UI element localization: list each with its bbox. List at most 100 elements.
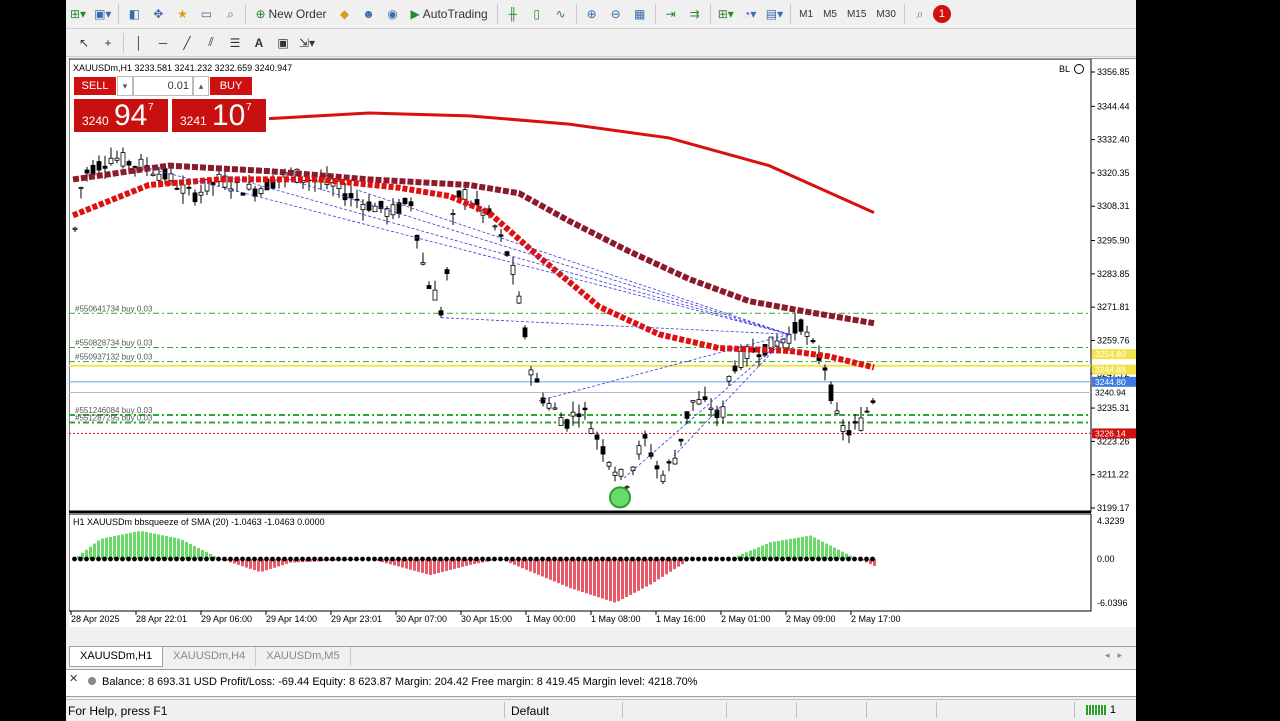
periods-icon[interactable]: ◔▾ bbox=[739, 3, 761, 25]
order-label-1: #550641734 buy 0.03 bbox=[75, 304, 153, 313]
trendline-icon[interactable]: ╱ bbox=[176, 32, 198, 54]
notification-badge[interactable]: 1 bbox=[933, 5, 951, 23]
lot-size-input[interactable]: 0.01 bbox=[133, 76, 193, 96]
order-label-3: #550937132 buy 0.03 bbox=[75, 353, 153, 362]
squeeze-dot bbox=[90, 557, 95, 562]
candle-body bbox=[403, 198, 407, 203]
histogram-bar bbox=[661, 559, 664, 577]
candle-body bbox=[793, 322, 797, 333]
search-icon[interactable]: ⌕ bbox=[909, 3, 931, 25]
squeeze-dot bbox=[228, 557, 233, 562]
tile-windows-icon[interactable]: ▦ bbox=[629, 3, 651, 25]
tab-scroll-arrows[interactable]: ◂▸ bbox=[1105, 650, 1130, 661]
notification-count: 1 bbox=[939, 8, 945, 20]
histogram-bar bbox=[609, 559, 612, 601]
terminal-icon[interactable]: ▭ bbox=[195, 3, 217, 25]
close-terminal-icon[interactable]: ✕ bbox=[69, 672, 78, 685]
buy-price-big: 10 bbox=[212, 100, 245, 132]
buy-price-quote[interactable]: 3241 10 7 bbox=[171, 98, 267, 133]
sell-button[interactable]: SELL bbox=[73, 76, 117, 96]
data-window-icon[interactable]: ✥ bbox=[147, 3, 169, 25]
price-chart[interactable]: XAUUSDm,H1 3233.581 3241.232 3232.659 32… bbox=[69, 59, 1136, 627]
squeeze-dot bbox=[630, 557, 635, 562]
bar-chart-icon[interactable]: ╫ bbox=[502, 3, 524, 25]
status-divider bbox=[866, 702, 867, 718]
user-icon[interactable]: ☻ bbox=[358, 3, 380, 25]
timeframe-m15[interactable]: M15 bbox=[842, 9, 871, 20]
bl-label: BL bbox=[1059, 64, 1070, 74]
text-label-icon[interactable]: ▣ bbox=[272, 32, 294, 54]
timeframe-m5[interactable]: M5 bbox=[818, 9, 842, 20]
squeeze-dot bbox=[180, 557, 185, 562]
line-chart-icon[interactable]: ∿ bbox=[550, 3, 572, 25]
new-chart-icon[interactable]: ⊞▾ bbox=[67, 3, 89, 25]
timeframe-m30[interactable]: M30 bbox=[871, 9, 900, 20]
zoom-in-icon[interactable]: ⊕ bbox=[581, 3, 603, 25]
squeeze-dot bbox=[450, 557, 455, 562]
tab-xauusdm-h4[interactable]: XAUUSDm,H4 bbox=[163, 647, 256, 666]
navigator-icon[interactable]: ★ bbox=[171, 3, 193, 25]
squeeze-dot bbox=[246, 557, 251, 562]
histogram-bar bbox=[137, 531, 140, 559]
histogram-bar bbox=[585, 559, 588, 593]
squeeze-dot bbox=[306, 557, 311, 562]
squeeze-dot bbox=[402, 557, 407, 562]
zoom-out-icon[interactable]: ⊖ bbox=[605, 3, 627, 25]
histogram-bar bbox=[553, 559, 556, 581]
chart-window[interactable]: XAUUSDm,H1 3233.581 3241.232 3232.659 32… bbox=[69, 58, 1136, 627]
toolbar-separator bbox=[118, 4, 119, 24]
autotrading-button[interactable]: ▶AutoTrading bbox=[406, 3, 493, 25]
candle-body bbox=[433, 290, 437, 300]
candlestick-icon[interactable]: ▯ bbox=[526, 3, 548, 25]
squeeze-dot bbox=[762, 557, 767, 562]
one-click-trading-panel: SELL ▾ 0.01 ▴ BUY 3240 94 7 3241 10 7 bbox=[73, 76, 269, 133]
cursor-icon[interactable]: ↖ bbox=[73, 32, 95, 54]
profile-name[interactable]: Default bbox=[511, 704, 549, 718]
histogram-bar bbox=[125, 534, 128, 559]
lot-increase-icon[interactable]: ▴ bbox=[193, 76, 209, 96]
tab-xauusdm-h1[interactable]: XAUUSDm,H1 bbox=[69, 647, 163, 667]
status-divider bbox=[936, 702, 937, 718]
buy-button[interactable]: BUY bbox=[209, 76, 253, 96]
squeeze-dot bbox=[264, 557, 269, 562]
signals-icon[interactable]: ◉ bbox=[382, 3, 404, 25]
squeeze-dot bbox=[300, 557, 305, 562]
market-watch-icon[interactable]: ◧ bbox=[123, 3, 145, 25]
toolbar-separator bbox=[790, 4, 791, 24]
channel-icon[interactable]: ⫽ bbox=[200, 32, 222, 54]
arrows-tool-icon[interactable]: ⇲▾ bbox=[296, 32, 318, 54]
connection-status[interactable]: 1 bbox=[1086, 704, 1116, 716]
squeeze-dot bbox=[354, 557, 359, 562]
horizontal-line-icon[interactable]: ─ bbox=[152, 32, 174, 54]
squeeze-dot bbox=[102, 557, 107, 562]
indicators-icon[interactable]: ⊞▾ bbox=[715, 3, 737, 25]
squeeze-dot bbox=[738, 557, 743, 562]
profiles-icon[interactable]: ▣▾ bbox=[91, 3, 114, 25]
squeeze-dot bbox=[696, 557, 701, 562]
squeeze-dot bbox=[240, 557, 245, 562]
candle-body bbox=[799, 320, 803, 331]
text-tool-icon[interactable]: A bbox=[248, 32, 270, 54]
auto-scroll-icon[interactable]: ⇉ bbox=[684, 3, 706, 25]
histogram-bar bbox=[153, 534, 156, 559]
chart-shift-icon[interactable]: ⇥ bbox=[660, 3, 682, 25]
time-tick-label: 28 Apr 22:01 bbox=[136, 614, 187, 624]
metaeditor-icon[interactable]: ◆ bbox=[334, 3, 356, 25]
crosshair-icon[interactable]: + bbox=[97, 32, 119, 54]
new-order-button[interactable]: ⊕New Order bbox=[250, 3, 331, 25]
tab-xauusdm-m5[interactable]: XAUUSDm,M5 bbox=[256, 647, 350, 666]
candle-body bbox=[259, 189, 263, 194]
lot-decrease-icon[interactable]: ▾ bbox=[117, 76, 133, 96]
vertical-line-icon[interactable]: │ bbox=[128, 32, 150, 54]
candle-body bbox=[661, 475, 665, 481]
strategy-tester-icon[interactable]: ⌕ bbox=[219, 3, 241, 25]
indicator-tick-zero: 0.00 bbox=[1097, 554, 1115, 564]
timeframe-m1[interactable]: M1 bbox=[794, 9, 818, 20]
templates-icon[interactable]: ▤▾ bbox=[763, 3, 786, 25]
histogram-bar bbox=[625, 559, 628, 597]
buy-signal-icon[interactable] bbox=[610, 487, 630, 507]
candle-body bbox=[607, 462, 611, 466]
fibonacci-icon[interactable]: ☰ bbox=[224, 32, 246, 54]
candle-body bbox=[367, 202, 371, 210]
sell-price-quote[interactable]: 3240 94 7 bbox=[73, 98, 169, 133]
